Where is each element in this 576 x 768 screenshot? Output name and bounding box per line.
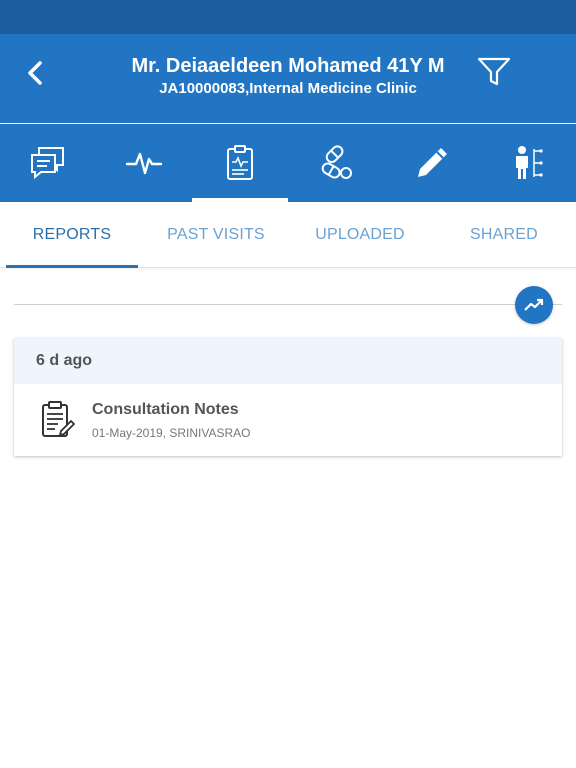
report-group-card: 6 d ago Consultation Notes 01-May-2019, … — [14, 338, 562, 456]
clipboard-pen-icon — [40, 400, 76, 440]
icon-tab-medications[interactable] — [288, 124, 384, 202]
clipboard-icon — [227, 145, 253, 180]
app-header: Mr. Deiaaeldeen Mohamed 41Y M JA10000083… — [0, 34, 576, 123]
vitals-icon — [125, 152, 163, 175]
tab-shared[interactable]: SHARED — [438, 202, 570, 267]
icon-tab-patient-tree[interactable] — [480, 124, 576, 202]
chat-icon — [31, 147, 64, 180]
trend-button[interactable] — [515, 286, 553, 324]
report-group-time: 6 d ago — [14, 338, 562, 384]
report-item-text: Consultation Notes 01-May-2019, SRINIVAS… — [92, 401, 251, 440]
report-item-title: Consultation Notes — [92, 400, 239, 418]
tab-reports[interactable]: REPORTS — [6, 202, 138, 268]
pills-icon — [321, 145, 352, 179]
pen-icon — [418, 148, 447, 177]
timeline-line — [14, 304, 562, 305]
list-item[interactable]: Consultation Notes 01-May-2019, SRINIVAS… — [14, 384, 562, 456]
filter-icon — [477, 57, 511, 86]
tab-uploaded[interactable]: UPLOADED — [294, 202, 426, 267]
patient-tree-icon — [516, 146, 543, 179]
icon-tab-reports[interactable] — [192, 124, 288, 202]
tab-past-visits[interactable]: PAST VISITS — [150, 202, 282, 267]
timeline — [0, 268, 576, 338]
icon-tab-vitals[interactable] — [96, 124, 192, 202]
trending-up-icon — [524, 298, 544, 311]
filter-button[interactable] — [474, 54, 514, 90]
icon-tab-messages[interactable] — [0, 124, 96, 202]
icon-tab-notes[interactable] — [384, 124, 480, 202]
section-icon-bar — [0, 124, 576, 202]
report-tabs: REPORTS PAST VISITS UPLOADED SHARED — [0, 202, 576, 268]
report-item-subtitle: 01-May-2019, SRINIVASRAO — [92, 425, 251, 440]
status-bar — [0, 0, 576, 34]
